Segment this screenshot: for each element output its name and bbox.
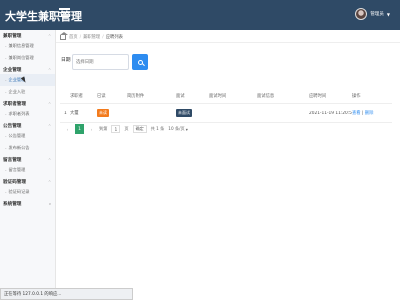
apply-time-cell: 2021-11-19 11:20:59 [309,110,352,116]
sidebar: 兼职管理 ^ - 兼职信息管理 - 兼职岗位管理 企业管理 ^ - 企业管理 - 企业入驻 … [0,30,56,288]
app-title: 大学生兼职管理 [5,10,82,23]
col-applicant: 求职者 [70,93,83,99]
sidebar-item-captcha-records[interactable]: - 验证码记录 [0,186,55,198]
chevron-up-icon: ^ [48,180,51,184]
sidebar-item-message-manage[interactable]: - 留言管理 [0,164,55,176]
sidebar-group-notice[interactable]: 公告管理 ^ [0,122,55,130]
sidebar-group-system[interactable]: 系统管理 v [0,200,55,208]
sidebar-item-parttime-info[interactable]: - 兼职信息管理 [0,40,55,52]
col-apply-time: 应聘时间 [309,93,327,99]
breadcrumb-current: 应聘列表 [105,35,123,40]
col-actions: 操作 [352,93,361,99]
user-menu[interactable]: 管理员 ▼ [355,8,390,20]
chevron-up-icon: ^ [48,158,51,162]
sidebar-item-company-manage[interactable]: - 企业管理 [0,74,55,86]
total-count: 共 1 条 [150,126,165,131]
breadcrumb: 首页 / 兼职管理 / 应聘列表 [59,31,123,42]
search-icon [137,59,143,65]
username-label: 管理员 [370,12,384,17]
sidebar-group-captcha[interactable]: 验证码管理 ^ [0,178,55,186]
delete-link[interactable]: 删除 [365,111,374,116]
col-read: 已读 [97,93,106,99]
breadcrumb-parttime[interactable]: 兼职管理 [83,34,100,40]
goto-page-input[interactable] [111,125,121,133]
chevron-down-icon: ▾ [185,126,188,132]
page-1-button[interactable]: 1 [75,124,84,134]
chevron-up-icon: ^ [48,124,51,128]
col-interview-info: 面试信息 [257,93,275,99]
divider [56,42,400,43]
breadcrumb-home[interactable]: 首页 [69,34,78,40]
chevron-up-icon: ^ [48,34,51,38]
action-separator: | [361,111,364,116]
chevron-down-icon: v [48,202,51,206]
sidebar-group-parttime[interactable]: 兼职管理 ^ [0,32,55,40]
sidebar-item-notice-publish[interactable]: - 发布新公告 [0,142,55,154]
view-link[interactable]: 查看 [352,111,361,116]
sidebar-item-jobseeker-list[interactable]: - 求职者列表 [0,108,55,120]
sidebar-item-notice-manage[interactable]: - 公告管理 [0,130,55,142]
col-interview-time: 面试时间 [209,93,227,99]
col-attachment: 简历附件 [127,93,145,99]
browser-status-bar: 正在等待 127.0.0.1 的响应... [0,288,133,300]
applications-table: 求职者 已读 简历附件 面试 面试时间 面试信息 应聘时间 操作 1 大璽 未读… [60,88,392,123]
sidebar-item-parttime-jobs[interactable]: - 兼职岗位管理 [0,52,55,64]
goto-suffix: 页 [124,126,129,131]
page-size-select[interactable]: 10 条/页 ▾ [168,126,188,132]
unread-badge: 未读 [97,109,109,117]
applicant-name: 大璽 [70,111,79,116]
next-page-button[interactable]: › [88,124,95,134]
goto-prefix: 到第 [99,126,108,131]
menu-toggle-icon[interactable] [59,8,70,17]
confirm-button[interactable]: 确定 [132,125,147,133]
top-header: 大学生兼职管理 管理员 ▼ [0,0,400,30]
chevron-up-icon: ^ [48,68,51,72]
table-header-row: 求职者 已读 简历附件 面试 面试时间 面试信息 应聘时间 操作 [60,88,392,104]
col-interview: 面试 [176,93,185,99]
home-icon [59,31,68,40]
chevron-down-icon: ▼ [386,11,390,17]
sidebar-group-message[interactable]: 留言管理 ^ [0,156,55,164]
avatar[interactable] [355,8,368,20]
sidebar-item-company-join[interactable]: - 企业入驻 [0,86,55,98]
prev-page-button[interactable]: ‹ [64,124,71,134]
date-input[interactable] [72,54,129,70]
search-button[interactable] [132,54,148,70]
sidebar-group-jobseeker[interactable]: 求职者管理 ^ [0,100,55,108]
row-index: 1 [64,110,67,116]
chevron-up-icon: ^ [48,102,51,106]
sidebar-group-company[interactable]: 企业管理 ^ [0,66,55,74]
interview-status-badge: 未面试 [176,109,192,117]
pagination: ‹ 1 › 到第 页 确定 共 1 条 10 条/页▾ [64,124,188,134]
table-row: 1 大璽 未读 未面试 2021-11-19 11:20:59 查看 | 删除 [60,104,392,123]
date-label: 日期 [61,58,71,63]
